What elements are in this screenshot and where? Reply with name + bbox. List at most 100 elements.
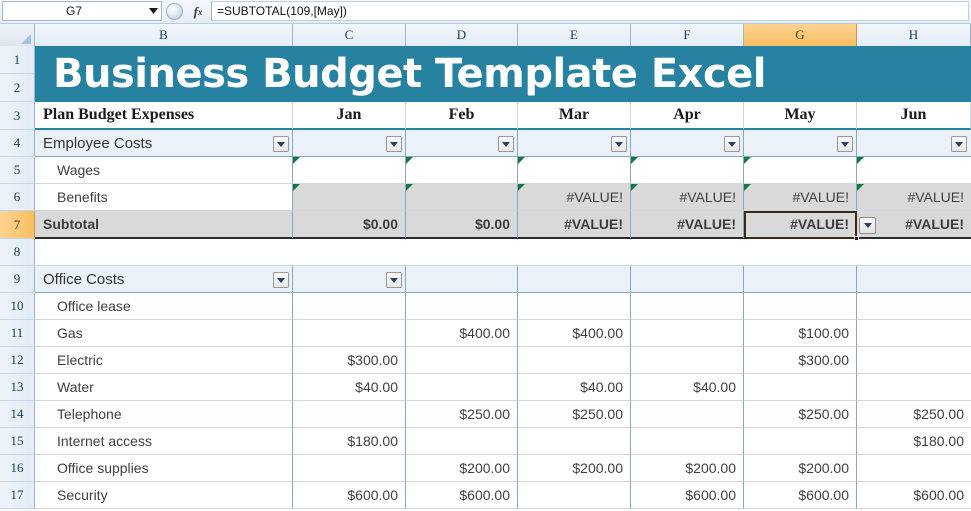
row-label-wages[interactable]: Wages: [35, 157, 293, 184]
empty-cell-E9[interactable]: [518, 266, 631, 293]
empty-cell-H10[interactable]: [857, 293, 971, 320]
cell-G7[interactable]: #VALUE!: [744, 211, 857, 239]
empty-cell-H12[interactable]: [857, 347, 971, 374]
header-month-feb[interactable]: Feb: [406, 102, 518, 130]
insert-function-icon[interactable]: fx: [185, 0, 211, 23]
row-header-6[interactable]: 6: [0, 184, 35, 211]
cell-F7[interactable]: #VALUE!: [631, 211, 744, 239]
row-label-water[interactable]: Water: [35, 374, 293, 401]
cell-F6[interactable]: #VALUE!: [631, 184, 744, 211]
empty-cell-F5[interactable]: [631, 157, 744, 184]
empty-cell-C10[interactable]: [293, 293, 406, 320]
filter-dropdown-H4-icon[interactable]: [951, 136, 967, 152]
empty-cell-G10[interactable]: [744, 293, 857, 320]
name-box[interactable]: G7: [2, 1, 162, 21]
header-month-jan[interactable]: Jan: [293, 102, 406, 130]
row-label-office-supplies[interactable]: Office supplies: [35, 455, 293, 482]
header-month-apr[interactable]: Apr: [631, 102, 744, 130]
empty-cell-E10[interactable]: [518, 293, 631, 320]
empty-cell-F11[interactable]: [631, 320, 744, 347]
section-label-employee-costs[interactable]: Employee Costs: [35, 130, 293, 157]
row-label-gas[interactable]: Gas: [35, 320, 293, 347]
cell-E13[interactable]: $40.00: [518, 374, 631, 401]
column-header-e[interactable]: E: [518, 24, 631, 46]
empty-cell-C6[interactable]: [293, 184, 406, 211]
row-header-5[interactable]: 5: [0, 157, 35, 184]
column-header-g[interactable]: G: [744, 24, 857, 46]
row-label-telephone[interactable]: Telephone: [35, 401, 293, 428]
empty-cell-E12[interactable]: [518, 347, 631, 374]
empty-cell-G13[interactable]: [744, 374, 857, 401]
filter-dropdown-C9-icon[interactable]: [386, 272, 402, 288]
row-header-3[interactable]: 3: [0, 102, 35, 130]
column-header-h[interactable]: H: [857, 24, 971, 46]
row-header-1[interactable]: 1: [0, 46, 35, 74]
cell-H6[interactable]: #VALUE!: [857, 184, 971, 211]
cell-F17[interactable]: $600.00: [631, 482, 744, 509]
name-box-dropdown-icon[interactable]: [145, 2, 161, 20]
filter-dropdown-E4-icon[interactable]: [611, 136, 627, 152]
cell-D17[interactable]: $600.00: [406, 482, 518, 509]
row-header-14[interactable]: 14: [0, 401, 35, 428]
cell-D11[interactable]: $400.00: [406, 320, 518, 347]
header-month-jun[interactable]: Jun: [857, 102, 971, 130]
row-header-8[interactable]: 8: [0, 239, 35, 266]
cell-G17[interactable]: $600.00: [744, 482, 857, 509]
empty-cell-b8[interactable]: [35, 239, 293, 266]
empty-cell-F10[interactable]: [631, 293, 744, 320]
row-header-17[interactable]: 17: [0, 482, 35, 509]
empty-cell-C5[interactable]: [293, 157, 406, 184]
empty-cell-D9[interactable]: [406, 266, 518, 293]
column-header-d[interactable]: D: [406, 24, 518, 46]
cell-E7[interactable]: #VALUE!: [518, 211, 631, 239]
cell-E14[interactable]: $250.00: [518, 401, 631, 428]
row-label-security[interactable]: Security: [35, 482, 293, 509]
empty-cell-D8[interactable]: [406, 239, 518, 266]
filter-dropdown-B4-icon[interactable]: [273, 136, 289, 152]
row-header-13[interactable]: 13: [0, 374, 35, 401]
empty-cell-E15[interactable]: [518, 428, 631, 455]
row-header-11[interactable]: 11: [0, 320, 35, 347]
cell-D16[interactable]: $200.00: [406, 455, 518, 482]
formula-input[interactable]: =SUBTOTAL(109,[May]): [211, 1, 969, 21]
empty-cell-D6[interactable]: [406, 184, 518, 211]
cell-G14[interactable]: $250.00: [744, 401, 857, 428]
empty-cell-H11[interactable]: [857, 320, 971, 347]
cell-F16[interactable]: $200.00: [631, 455, 744, 482]
header-month-may[interactable]: May: [744, 102, 857, 130]
cell-H15[interactable]: $180.00: [857, 428, 971, 455]
empty-cell-G9[interactable]: [744, 266, 857, 293]
cell-C17[interactable]: $600.00: [293, 482, 406, 509]
empty-cell-E5[interactable]: [518, 157, 631, 184]
empty-cell-C8[interactable]: [293, 239, 406, 266]
empty-cell-C14[interactable]: [293, 401, 406, 428]
cell-G16[interactable]: $200.00: [744, 455, 857, 482]
cell-E11[interactable]: $400.00: [518, 320, 631, 347]
row-label-internet-access[interactable]: Internet access: [35, 428, 293, 455]
empty-cell-D5[interactable]: [406, 157, 518, 184]
empty-cell-D13[interactable]: [406, 374, 518, 401]
row-label-office-lease[interactable]: Office lease: [35, 293, 293, 320]
filter-dropdown-F4-icon[interactable]: [724, 136, 740, 152]
row-label-benefits[interactable]: Benefits: [35, 184, 293, 211]
empty-cell-H9[interactable]: [857, 266, 971, 293]
empty-cell-D15[interactable]: [406, 428, 518, 455]
cell-E16[interactable]: $200.00: [518, 455, 631, 482]
filter-dropdown-D4-icon[interactable]: [498, 136, 514, 152]
empty-cell-F14[interactable]: [631, 401, 744, 428]
row-header-16[interactable]: 16: [0, 455, 35, 482]
cell-G12[interactable]: $300.00: [744, 347, 857, 374]
row-header-4[interactable]: 4: [0, 130, 35, 157]
empty-cell-F9[interactable]: [631, 266, 744, 293]
section-label-office-costs[interactable]: Office Costs: [35, 266, 293, 293]
empty-cell-H8[interactable]: [857, 239, 971, 266]
header-month-mar[interactable]: Mar: [518, 102, 631, 130]
cell-D7[interactable]: $0.00: [406, 211, 518, 239]
empty-cell-G8[interactable]: [744, 239, 857, 266]
empty-cell-C11[interactable]: [293, 320, 406, 347]
filter-dropdown-G4-icon[interactable]: [837, 136, 853, 152]
cell-G11[interactable]: $100.00: [744, 320, 857, 347]
column-header-c[interactable]: C: [293, 24, 406, 46]
empty-cell-H5[interactable]: [857, 157, 971, 184]
row-label-electric[interactable]: Electric: [35, 347, 293, 374]
